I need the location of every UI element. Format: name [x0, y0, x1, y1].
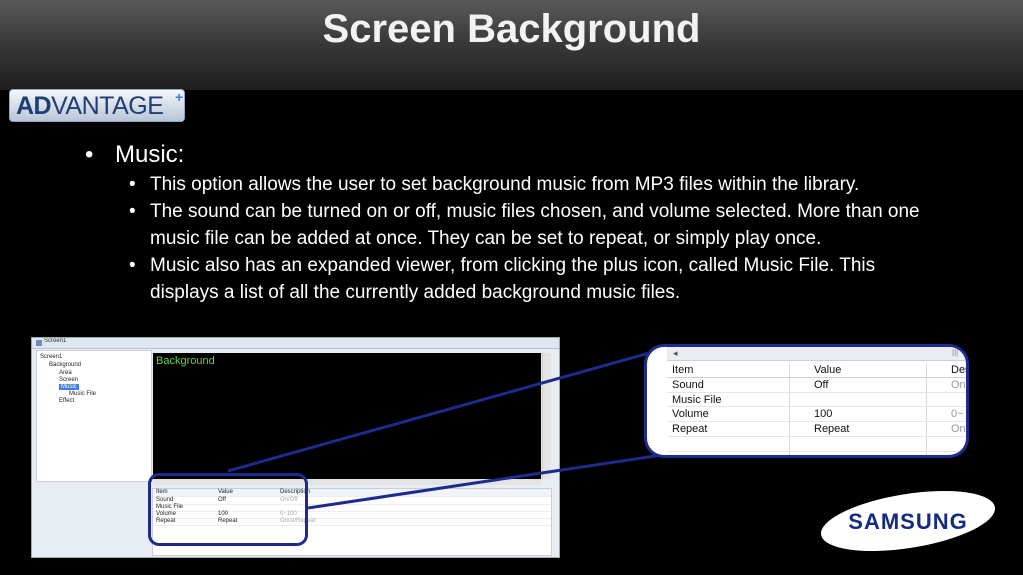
- table-row-music-file[interactable]: Music File: [667, 393, 966, 408]
- table-row-volume[interactable]: Volume 100 0~: [667, 407, 966, 423]
- table-row-repeat[interactable]: Repeat Repeat On: [667, 422, 966, 437]
- scroll-grip-icon[interactable]: |||: [952, 348, 958, 357]
- zoom-scrollbar[interactable]: ◂ |||: [667, 347, 966, 361]
- table-row-empty: [667, 437, 966, 452]
- callout-line-bottom: [307, 453, 663, 510]
- scroll-left-icon[interactable]: ◂: [673, 348, 678, 359]
- header-value: Value: [814, 364, 842, 376]
- samsung-logo: SAMSUNG: [819, 489, 997, 553]
- header-description: Des: [951, 364, 969, 376]
- table-header: Item Value Des: [667, 363, 969, 378]
- table-row-sound[interactable]: Sound Off On: [667, 378, 966, 393]
- header-item: Item: [672, 364, 694, 376]
- callout-line-top: [227, 348, 661, 473]
- zoom-panel: ◂ ||| Item Value Des Sound Off On Music …: [644, 344, 969, 458]
- samsung-wordmark: SAMSUNG: [848, 509, 968, 534]
- properties-table-zoomed: Item Value Des Sound Off On Music File V…: [667, 363, 969, 452]
